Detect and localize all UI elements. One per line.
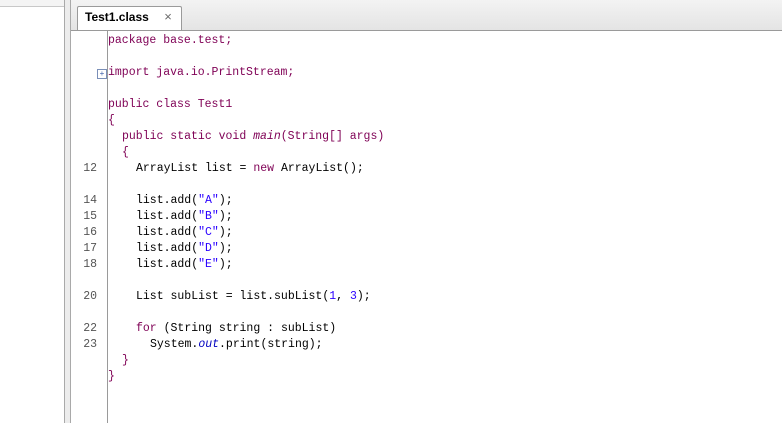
- code-text: );: [218, 210, 233, 223]
- code-string: "D": [198, 242, 219, 255]
- code-keyword: new: [253, 162, 275, 175]
- code-string: "E": [198, 258, 219, 271]
- code-line: }: [108, 369, 115, 385]
- line-number: 18: [83, 258, 97, 271]
- left-panel-header: [0, 0, 64, 7]
- code-string: "A": [198, 194, 219, 207]
- line-number: 20: [83, 290, 97, 303]
- code-text: list.add(: [136, 210, 199, 223]
- code-line: list.add("C");: [136, 225, 233, 241]
- code-line: {: [122, 145, 129, 161]
- code-line: System.out.print(string);: [150, 337, 323, 353]
- line-number: 12: [83, 162, 97, 175]
- code-text: .print(string);: [219, 338, 323, 351]
- code-line: List subList = list.subList(1, 3);: [136, 289, 371, 305]
- code-line: public static void main(String[] args): [122, 129, 384, 145]
- editor: Test1.class × 12 14 15 16 17 18 20 22 23…: [71, 0, 782, 423]
- line-number: 23: [83, 338, 97, 351]
- code-text: );: [218, 194, 233, 207]
- code-text: import java.io.PrintStream;: [108, 66, 295, 79]
- code-text: );: [218, 226, 233, 239]
- line-number: 17: [83, 242, 97, 255]
- code-text: list.add(: [136, 258, 199, 271]
- code-number: 3: [349, 290, 357, 303]
- code-text: list.add(: [136, 242, 199, 255]
- tab-bar: Test1.class ×: [71, 0, 782, 31]
- code-text: package base.test;: [108, 34, 233, 47]
- code-text: ,: [336, 290, 350, 303]
- code-text: List subList = list.subList(: [136, 290, 330, 303]
- code-line: list.add("B");: [136, 209, 233, 225]
- code-string: "B": [198, 210, 219, 223]
- code-line: list.add("D");: [136, 241, 233, 257]
- line-number: 22: [83, 322, 97, 335]
- code-text: {: [108, 114, 115, 127]
- code-string: "C": [198, 226, 219, 239]
- code-text: }: [122, 354, 129, 367]
- code-text: list.add(: [136, 194, 199, 207]
- left-panel: [0, 0, 65, 423]
- code-line: public class Test1: [108, 97, 232, 113]
- line-number-gutter: 12 14 15 16 17 18 20 22 23 +: [71, 31, 108, 423]
- code-keyword: for: [136, 322, 157, 335]
- code-text: {: [122, 146, 129, 159]
- expand-fold-icon[interactable]: +: [97, 69, 107, 79]
- line-number: 16: [83, 226, 97, 239]
- tab-test1-class[interactable]: Test1.class ×: [77, 6, 182, 30]
- code-line: ArrayList list = new ArrayList();: [136, 161, 364, 177]
- code-line: list.add("A");: [136, 193, 233, 209]
- code-text: ArrayList list =: [136, 162, 254, 175]
- code-line: import java.io.PrintStream;: [108, 65, 294, 81]
- code-method: main: [253, 130, 281, 143]
- code-line: }: [122, 353, 129, 369]
- code-line: {: [108, 113, 115, 129]
- line-number: 14: [83, 194, 97, 207]
- close-icon[interactable]: ×: [161, 10, 175, 24]
- code-text: );: [218, 258, 233, 271]
- tab-title: Test1.class: [85, 10, 149, 24]
- code-field: out: [198, 338, 220, 351]
- code-keyword: public class: [108, 98, 198, 111]
- code-text: }: [108, 370, 115, 383]
- code-text: (String[] args): [280, 130, 385, 143]
- code-text: );: [356, 290, 371, 303]
- code-text: System.: [150, 338, 199, 351]
- code-line: for (String string : subList): [136, 321, 336, 337]
- code-area[interactable]: package base.test; import java.io.PrintS…: [108, 31, 782, 423]
- code-text: Test1: [197, 98, 233, 111]
- code-line: package base.test;: [108, 33, 232, 49]
- code-text: ArrayList();: [274, 162, 364, 175]
- code-keyword: public static void: [122, 130, 254, 143]
- code-line: list.add("E");: [136, 257, 233, 273]
- code-text: );: [218, 242, 233, 255]
- line-number: 15: [83, 210, 97, 223]
- code-text: list.add(: [136, 226, 199, 239]
- code-text: (String string : subList): [156, 322, 337, 335]
